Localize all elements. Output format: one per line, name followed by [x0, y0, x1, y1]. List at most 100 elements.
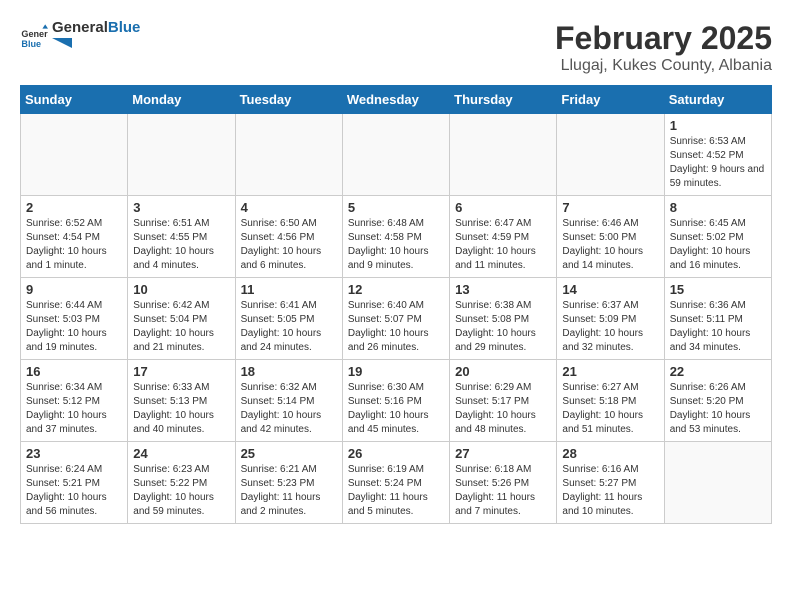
calendar-cell: 17Sunrise: 6:33 AM Sunset: 5:13 PM Dayli… [128, 360, 235, 442]
day-number: 24 [133, 446, 229, 461]
day-info: Sunrise: 6:36 AM Sunset: 5:11 PM Dayligh… [670, 299, 766, 355]
day-info: Sunrise: 6:18 AM Sunset: 5:26 PM Dayligh… [455, 463, 551, 519]
calendar-cell: 27Sunrise: 6:18 AM Sunset: 5:26 PM Dayli… [450, 442, 557, 524]
weekday-header-row: SundayMondayTuesdayWednesdayThursdayFrid… [21, 86, 772, 114]
calendar-table: SundayMondayTuesdayWednesdayThursdayFrid… [20, 85, 772, 524]
calendar-cell: 1Sunrise: 6:53 AM Sunset: 4:52 PM Daylig… [664, 114, 771, 196]
calendar-cell: 5 Sunrise: 6:48 AM Sunset: 4:58 PM Daylig… [342, 196, 449, 278]
calendar-cell [235, 114, 342, 196]
calendar-cell [21, 114, 128, 196]
calendar-header: SundayMondayTuesdayWednesdayThursdayFrid… [21, 86, 772, 114]
calendar-subtitle: Llugaj, Kukes County, Albania [555, 57, 772, 75]
calendar-cell: 3 Sunrise: 6:51 AM Sunset: 4:55 PM Daylig… [128, 196, 235, 278]
calendar-cell: 15 Sunrise: 6:36 AM Sunset: 5:11 PM Dayli… [664, 278, 771, 360]
logo-icon: General Blue [20, 23, 48, 51]
day-info: Sunrise: 6:50 AM Sunset: 4:56 PM Dayligh… [241, 217, 337, 273]
calendar-cell: 8 Sunrise: 6:45 AM Sunset: 5:02 PM Daylig… [664, 196, 771, 278]
day-info: Sunrise: 6:29 AM Sunset: 5:17 PM Dayligh… [455, 381, 551, 437]
calendar-cell: 6 Sunrise: 6:47 AM Sunset: 4:59 PM Daylig… [450, 196, 557, 278]
weekday-header-monday: Monday [128, 86, 235, 114]
weekday-header-sunday: Sunday [21, 86, 128, 114]
day-number: 6 [455, 200, 551, 215]
day-info: Sunrise: 6:38 AM Sunset: 5:08 PM Dayligh… [455, 299, 551, 355]
day-info: Sunrise: 6:40 AM Sunset: 5:07 PM Dayligh… [348, 299, 444, 355]
calendar-cell: 19 Sunrise: 6:30 AM Sunset: 5:16 PM Dayli… [342, 360, 449, 442]
calendar-body: 1Sunrise: 6:53 AM Sunset: 4:52 PM Daylig… [21, 114, 772, 524]
weekday-header-thursday: Thursday [450, 86, 557, 114]
day-info: Sunrise: 6:23 AM Sunset: 5:22 PM Dayligh… [133, 463, 229, 519]
day-number: 9 [26, 282, 122, 297]
day-number: 23 [26, 446, 122, 461]
calendar-cell: 7 Sunrise: 6:46 AM Sunset: 5:00 PM Daylig… [557, 196, 664, 278]
day-info: Sunrise: 6:45 AM Sunset: 5:02 PM Dayligh… [670, 217, 766, 273]
day-info: Sunrise: 6:47 AM Sunset: 4:59 PM Dayligh… [455, 217, 551, 273]
day-number: 26 [348, 446, 444, 461]
weekday-header-saturday: Saturday [664, 86, 771, 114]
day-info: Sunrise: 6:33 AM Sunset: 5:13 PM Dayligh… [133, 381, 229, 437]
day-info: Sunrise: 6:48 AM Sunset: 4:58 PM Dayligh… [348, 217, 444, 273]
calendar-cell: 16Sunrise: 6:34 AM Sunset: 5:12 PM Dayli… [21, 360, 128, 442]
day-info: Sunrise: 6:34 AM Sunset: 5:12 PM Dayligh… [26, 381, 122, 437]
calendar-cell: 25 Sunrise: 6:21 AM Sunset: 5:23 PM Dayli… [235, 442, 342, 524]
calendar-cell [664, 442, 771, 524]
calendar-cell: 26Sunrise: 6:19 AM Sunset: 5:24 PM Dayli… [342, 442, 449, 524]
day-info: Sunrise: 6:42 AM Sunset: 5:04 PM Dayligh… [133, 299, 229, 355]
calendar-week-row: 9 Sunrise: 6:44 AM Sunset: 5:03 PM Daylig… [21, 278, 772, 360]
day-info: Sunrise: 6:37 AM Sunset: 5:09 PM Dayligh… [562, 299, 658, 355]
calendar-week-row: 16Sunrise: 6:34 AM Sunset: 5:12 PM Dayli… [21, 360, 772, 442]
day-info: Sunrise: 6:46 AM Sunset: 5:00 PM Dayligh… [562, 217, 658, 273]
day-info: Sunrise: 6:32 AM Sunset: 5:14 PM Dayligh… [241, 381, 337, 437]
day-number: 12 [348, 282, 444, 297]
calendar-cell [557, 114, 664, 196]
day-number: 5 [348, 200, 444, 215]
calendar-cell: 4 Sunrise: 6:50 AM Sunset: 4:56 PM Daylig… [235, 196, 342, 278]
calendar-cell [342, 114, 449, 196]
day-info: Sunrise: 6:52 AM Sunset: 4:54 PM Dayligh… [26, 217, 122, 273]
calendar-cell: 22 Sunrise: 6:26 AM Sunset: 5:20 PM Dayli… [664, 360, 771, 442]
calendar-cell: 2 Sunrise: 6:52 AM Sunset: 4:54 PM Daylig… [21, 196, 128, 278]
weekday-header-tuesday: Tuesday [235, 86, 342, 114]
day-number: 20 [455, 364, 551, 379]
day-number: 11 [241, 282, 337, 297]
day-number: 18 [241, 364, 337, 379]
day-number: 7 [562, 200, 658, 215]
day-number: 25 [241, 446, 337, 461]
logo-general: General [52, 19, 108, 36]
calendar-cell: 28 Sunrise: 6:16 AM Sunset: 5:27 PM Dayli… [557, 442, 664, 524]
calendar-cell: 18 Sunrise: 6:32 AM Sunset: 5:14 PM Dayli… [235, 360, 342, 442]
svg-text:Blue: Blue [21, 38, 41, 48]
day-info: Sunrise: 6:21 AM Sunset: 5:23 PM Dayligh… [241, 463, 337, 519]
calendar-cell: 10 Sunrise: 6:42 AM Sunset: 5:04 PM Dayli… [128, 278, 235, 360]
day-info: Sunrise: 6:27 AM Sunset: 5:18 PM Dayligh… [562, 381, 658, 437]
day-number: 19 [348, 364, 444, 379]
day-number: 4 [241, 200, 337, 215]
calendar-cell: 24 Sunrise: 6:23 AM Sunset: 5:22 PM Dayli… [128, 442, 235, 524]
logo: General Blue GeneralBlue [20, 20, 140, 53]
calendar-title: February 2025 [555, 20, 772, 57]
day-info: Sunrise: 6:30 AM Sunset: 5:16 PM Dayligh… [348, 381, 444, 437]
logo-arrow [52, 38, 72, 48]
day-number: 10 [133, 282, 229, 297]
day-number: 3 [133, 200, 229, 215]
day-info: Sunrise: 6:53 AM Sunset: 4:52 PM Dayligh… [670, 135, 766, 191]
svg-text:General: General [21, 29, 48, 39]
logo-blue: Blue [108, 19, 141, 36]
day-number: 15 [670, 282, 766, 297]
day-info: Sunrise: 6:16 AM Sunset: 5:27 PM Dayligh… [562, 463, 658, 519]
day-info: Sunrise: 6:24 AM Sunset: 5:21 PM Dayligh… [26, 463, 122, 519]
calendar-cell [450, 114, 557, 196]
day-number: 21 [562, 364, 658, 379]
calendar-cell: 13 Sunrise: 6:38 AM Sunset: 5:08 PM Dayli… [450, 278, 557, 360]
day-info: Sunrise: 6:44 AM Sunset: 5:03 PM Dayligh… [26, 299, 122, 355]
day-number: 2 [26, 200, 122, 215]
day-info: Sunrise: 6:51 AM Sunset: 4:55 PM Dayligh… [133, 217, 229, 273]
weekday-header-wednesday: Wednesday [342, 86, 449, 114]
day-number: 8 [670, 200, 766, 215]
day-number: 28 [562, 446, 658, 461]
day-info: Sunrise: 6:41 AM Sunset: 5:05 PM Dayligh… [241, 299, 337, 355]
day-number: 22 [670, 364, 766, 379]
day-info: Sunrise: 6:26 AM Sunset: 5:20 PM Dayligh… [670, 381, 766, 437]
weekday-header-friday: Friday [557, 86, 664, 114]
page-header: General Blue GeneralBlue February 2025 L… [20, 20, 772, 75]
day-number: 13 [455, 282, 551, 297]
